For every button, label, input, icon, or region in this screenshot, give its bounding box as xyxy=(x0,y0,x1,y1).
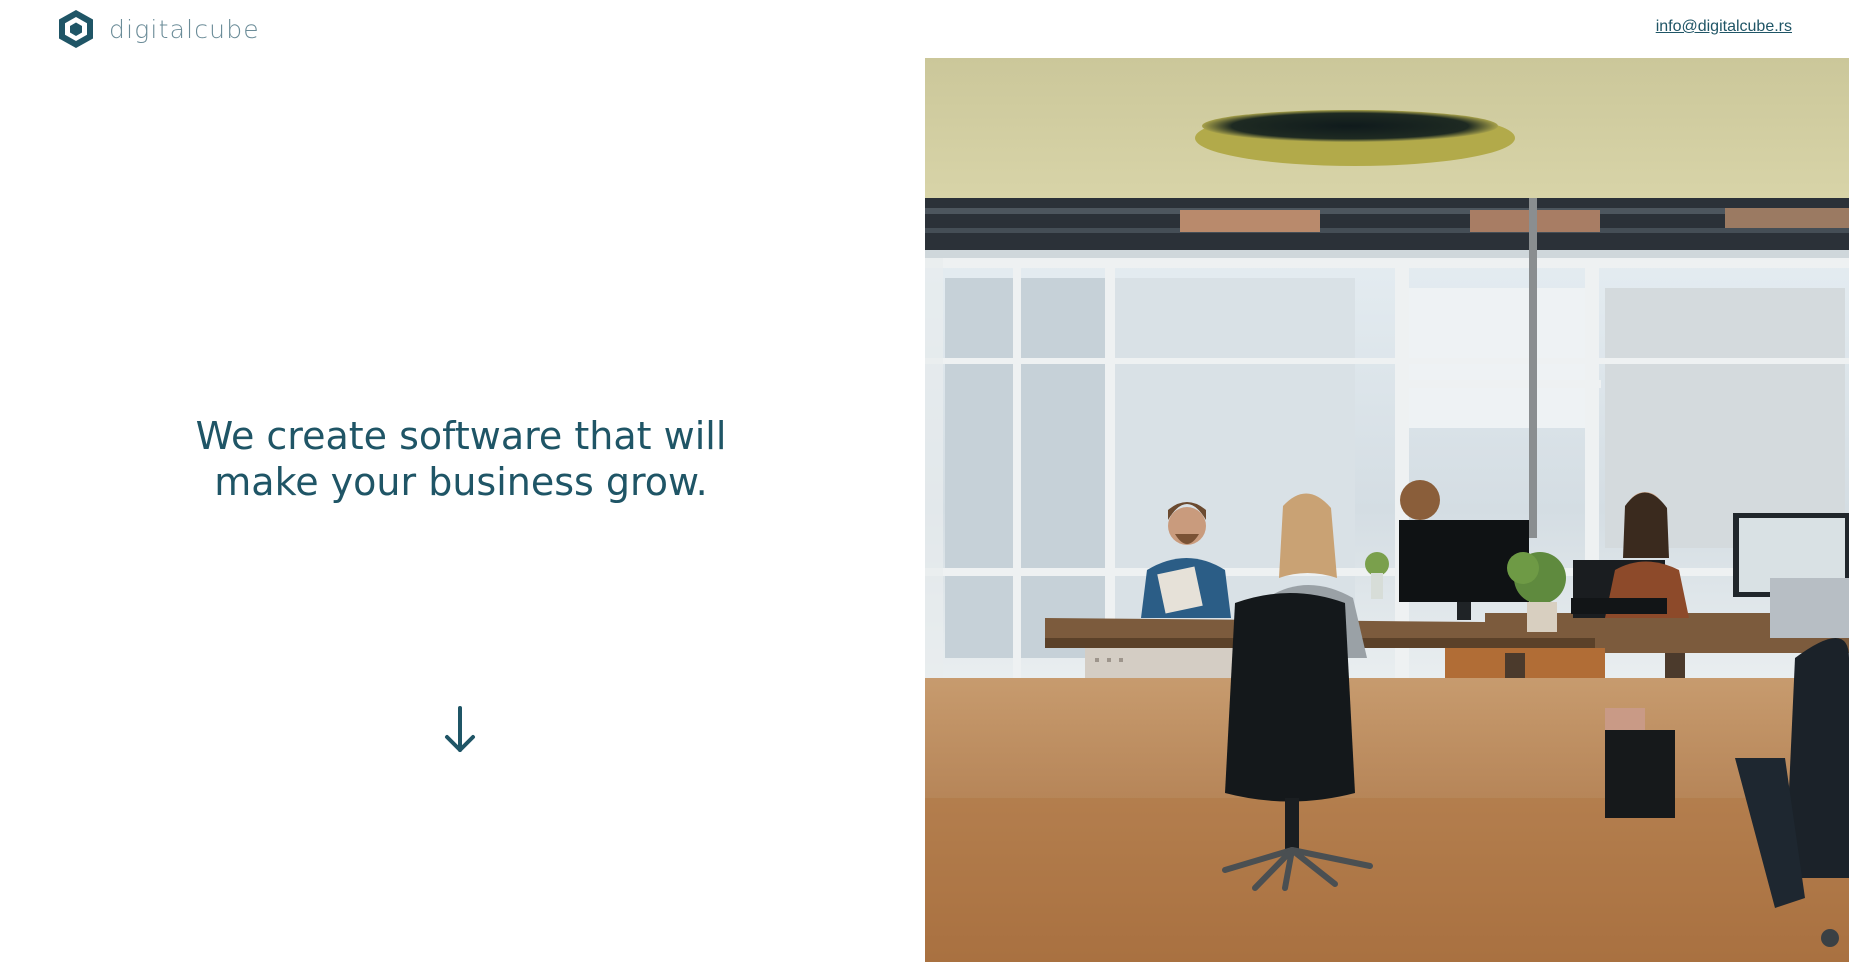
brand-name: digitalcube xyxy=(109,14,260,44)
hero-tagline-line-2: make your business grow. xyxy=(214,460,708,504)
arrow-down-icon[interactable] xyxy=(443,706,477,754)
site-header: digitalcube info@digitalcube.rs xyxy=(0,0,1849,58)
hero-tagline: We create software that will make your b… xyxy=(150,413,772,505)
contact-email-link[interactable]: info@digitalcube.rs xyxy=(1656,18,1792,36)
landing-page: digitalcube info@digitalcube.rs We creat… xyxy=(0,0,1849,962)
hexagon-cube-logo-icon xyxy=(59,10,93,48)
office-photo-illustration xyxy=(925,58,1849,962)
office-team-photo xyxy=(925,58,1849,962)
logo-link[interactable]: digitalcube xyxy=(56,8,260,50)
hero-tagline-line-1: We create software that will xyxy=(195,414,727,458)
